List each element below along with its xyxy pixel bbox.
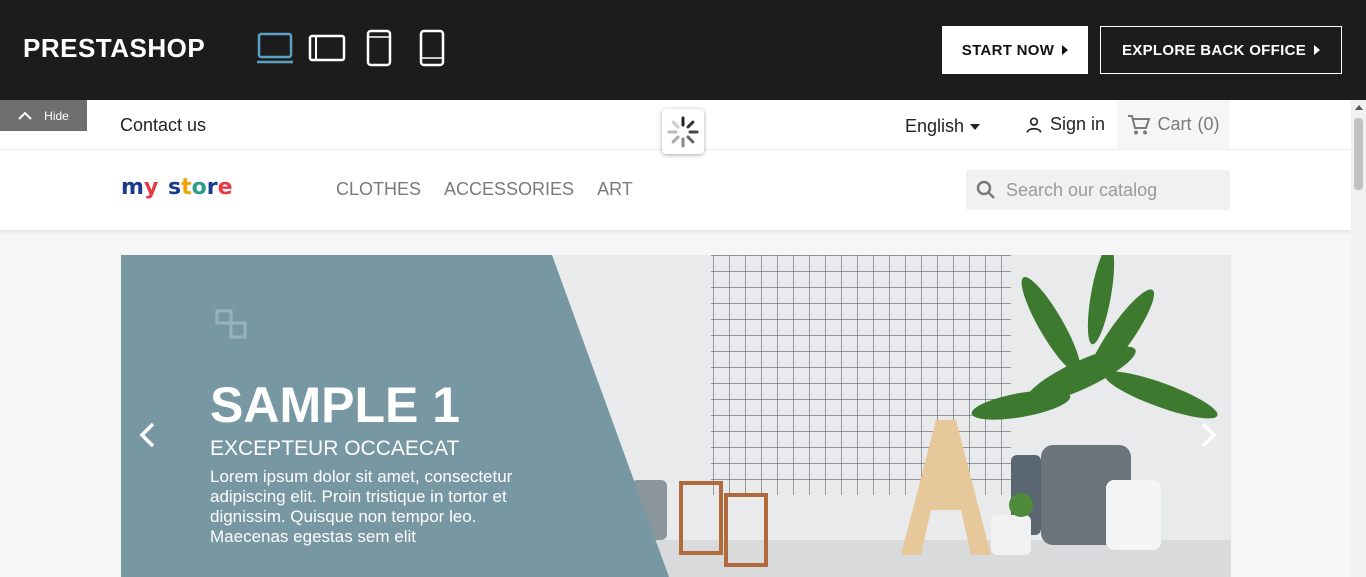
cart-label: Cart [1157,114,1192,134]
contact-us-link[interactable]: Contact us [120,115,206,136]
brand-letter: y [143,175,159,200]
loading-spinner-icon [662,109,704,154]
menu-item-clothes[interactable]: CLOTHES [336,179,421,200]
menu-item-art[interactable]: ART [597,179,633,200]
brand-letter [158,175,166,200]
search-icon[interactable] [976,180,996,200]
scroll-thumb[interactable] [1354,118,1363,190]
slide-caption: SAMPLE 1 EXCEPTEUR OCCAECAT Lorem ipsum … [210,380,530,547]
brand-letter: m [121,175,144,200]
slide-title: SAMPLE 1 [210,377,461,433]
mobile-icon[interactable] [419,29,445,67]
hide-toolbar-button[interactable]: Hide [0,100,87,131]
start-now-label: START NOW [961,41,1055,59]
brand-letter: e [217,175,233,200]
language-selector[interactable]: English [905,116,981,137]
search-box [966,170,1230,210]
cart-count: (0) [1197,114,1220,134]
search-input[interactable] [1006,179,1216,201]
sign-in-link[interactable]: Sign in [1024,114,1105,135]
tablet-landscape-icon[interactable] [308,29,346,67]
carousel-prev-arrow[interactable] [133,420,163,450]
header-main: my store CLOTHES ACCESSORIES ART [0,150,1351,230]
top-menu: CLOTHES ACCESSORIES ART [336,179,633,200]
brand-letter: t [181,175,192,200]
prestashop-logo: PRESTASHOP [23,33,206,63]
cart-button[interactable]: Cart (0) [1117,100,1230,149]
scroll-up-icon[interactable] [1355,105,1363,110]
caret-right-icon [1314,45,1321,55]
demo-toolbar: PRESTASHOP START NOW EXPLORE BACK OFFICE [0,0,1366,100]
chevron-up-icon [18,111,32,120]
language-label: English [905,116,965,136]
chevron-left-icon [139,422,155,448]
chevron-right-icon [1201,422,1217,448]
brand-letter: s [167,175,182,200]
slide-subtitle: EXCEPTEUR OCCAECAT [210,437,460,460]
shopping-cart-icon [1128,114,1151,134]
page-scrollbar[interactable] [1351,100,1366,577]
tablet-portrait-icon[interactable] [366,29,392,67]
caret-right-icon [1062,45,1069,55]
carousel-next-arrow[interactable] [1193,420,1223,450]
caret-down-icon [970,123,981,130]
menu-item-accessories[interactable]: ACCESSORIES [444,179,574,200]
hide-label: Hide [44,108,69,123]
explore-back-office-button[interactable]: EXPLORE BACK OFFICE [1100,26,1342,74]
sign-in-label: Sign in [1050,114,1106,134]
brand-letter: r [206,175,218,200]
start-now-button[interactable]: START NOW [942,26,1088,74]
store-frame: Contact us English Sign in Cart (0) Hide… [0,100,1351,577]
slide-description: Lorem ipsum dolor sit amet, consectetur … [210,467,513,546]
my-store-logo[interactable]: my store [121,175,233,200]
home-carousel: SAMPLE 1 EXCEPTEUR OCCAECAT Lorem ipsum … [121,255,1231,577]
user-icon [1026,117,1042,133]
desktop-icon[interactable] [256,29,294,67]
explore-back-office-label: EXPLORE BACK OFFICE [1121,41,1307,59]
brand-letter: o [191,175,207,200]
